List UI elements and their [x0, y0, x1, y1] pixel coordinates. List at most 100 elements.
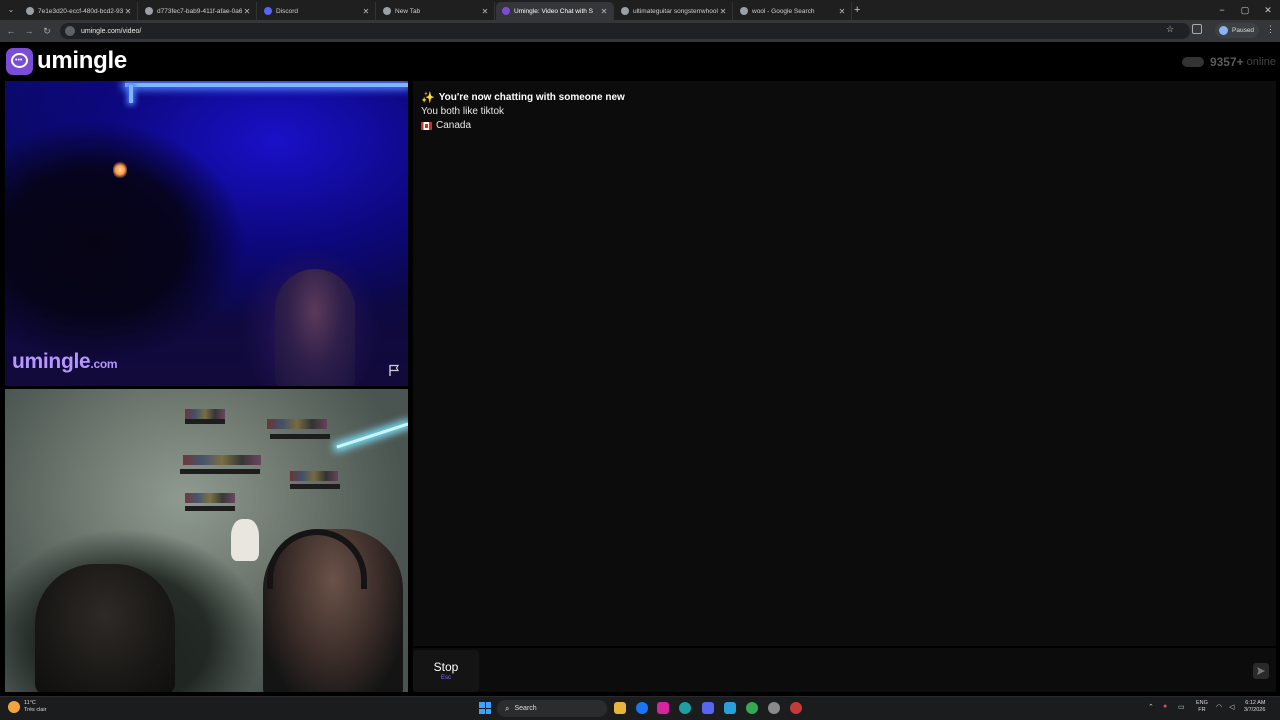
online-label: online	[1246, 56, 1276, 68]
reload-icon[interactable]: ↻	[40, 24, 54, 38]
tab-label: New Tab	[395, 7, 421, 15]
mic-icon[interactable]: ●	[1163, 703, 1167, 710]
minimize-button[interactable]: −	[1212, 2, 1232, 18]
clock-date: 3/7/2026	[1244, 707, 1266, 713]
weather-sun-icon	[8, 701, 20, 713]
message-text: Canada	[436, 120, 472, 131]
tab-close-icon[interactable]: ✕	[361, 7, 371, 16]
volume-icon[interactable]: ◁	[1229, 703, 1234, 711]
app-icon[interactable]	[790, 702, 802, 714]
tab-close-icon[interactable]: ✕	[837, 7, 847, 16]
tab-close-icon[interactable]: ✕	[480, 7, 490, 16]
umingle-favicon	[502, 7, 510, 15]
tab-ultimateguitar[interactable]: ultimateguitar songsterrwhool ✕	[615, 2, 733, 20]
stop-button[interactable]: Stop Esc	[413, 650, 479, 692]
tab-close-icon[interactable]: ✕	[599, 7, 609, 16]
led-strip	[336, 422, 408, 449]
wifi-icon[interactable]: ◠	[1216, 703, 1222, 711]
chat-bubble-icon: •••	[6, 47, 33, 75]
system-message-country: Canada	[421, 119, 625, 133]
discord-favicon	[264, 7, 272, 15]
system-message-interests: You both like tiktok	[421, 105, 625, 119]
send-icon	[1257, 667, 1265, 675]
bookmark-star-icon[interactable]: ☆	[1166, 24, 1174, 35]
google-favicon	[740, 7, 748, 15]
google-favicon	[621, 7, 629, 15]
bunny-figure	[231, 519, 259, 561]
tab-favicon	[26, 7, 34, 15]
profile-status: Paused	[1232, 27, 1255, 34]
windows-start-icon[interactable]	[479, 702, 491, 714]
chrome-icon[interactable]	[746, 702, 758, 714]
file-explorer-icon[interactable]	[614, 702, 626, 714]
lang-top: ENG	[1196, 700, 1208, 706]
site-info-icon[interactable]	[65, 26, 75, 36]
tab-label: 7e1e3d20-eccf-480d-bcd2-933	[38, 7, 123, 15]
online-count: 9357+	[1209, 55, 1244, 69]
tab-umingle[interactable]: Umingle: Video Chat with S ✕	[496, 2, 614, 20]
clock[interactable]: 6:12 AM 3/7/2026	[1244, 700, 1265, 714]
video-watermark: umingle.com	[12, 350, 118, 374]
self-video	[5, 389, 408, 692]
lamp-light	[113, 161, 127, 179]
tab-wool-search[interactable]: wool - Google Search ✕	[734, 2, 852, 20]
message-input[interactable]	[483, 650, 1253, 692]
tab-new-tab[interactable]: New Tab ✕	[377, 2, 495, 20]
logo-text: umingle	[37, 47, 127, 74]
message-text: You both like tiktok	[421, 106, 505, 117]
tray-chevron-icon[interactable]: ⌃	[1148, 703, 1154, 711]
url-text[interactable]: umingle.com/video/	[81, 28, 141, 35]
windows-taskbar: 11°C Très clair ⌕ Search ⌃ ● ▭ ENG FR ◠ …	[0, 696, 1280, 720]
chat-log: ✨ You're now chatting with someone new Y…	[421, 91, 625, 133]
browser-toolbar: ← → ↻ umingle.com/video/ ☆ Paused ⋮	[0, 20, 1280, 42]
new-tab-button[interactable]: +	[854, 3, 860, 17]
tab-close-icon[interactable]: ✕	[123, 7, 133, 16]
site-logo[interactable]: ••• umingle	[6, 47, 127, 75]
tab-label: Umingle: Video Chat with S	[514, 7, 594, 15]
tab-close-icon[interactable]: ✕	[718, 7, 728, 16]
facebook-icon[interactable]	[636, 702, 648, 714]
tab-search-icon[interactable]: ⌄	[4, 3, 18, 17]
settings-icon[interactable]	[768, 702, 780, 714]
keyboard-icon[interactable]: ▭	[1178, 703, 1185, 711]
weather-desc: Très clair	[24, 707, 47, 713]
extensions-icon[interactable]	[1192, 24, 1202, 34]
tab-label: Discord	[276, 7, 299, 15]
maximize-button[interactable]: ▢	[1235, 2, 1255, 18]
profile-button[interactable]: Paused	[1215, 23, 1259, 38]
edge-icon[interactable]	[679, 702, 691, 714]
close-window-button[interactable]: ✕	[1258, 2, 1278, 18]
theme-toggle[interactable]	[1181, 57, 1204, 67]
tab-close-icon[interactable]: ✕	[242, 7, 252, 16]
tab-label: wool - Google Search	[752, 7, 815, 15]
clock-time: 6:12 AM	[1245, 700, 1266, 706]
tab-label: ultimateguitar songsterrwhool	[633, 7, 718, 15]
tab-label: d773fec7-bab9-411f-afae-0a6	[157, 7, 242, 15]
tab-discord[interactable]: Discord ✕	[258, 2, 376, 20]
search-icon: ⌕	[505, 703, 510, 713]
led-strip	[125, 83, 408, 87]
sparkle-icon: ✨	[421, 92, 435, 104]
message-text: You're now chatting with someone new	[438, 92, 625, 103]
tab-1[interactable]: 7e1e3d20-eccf-480d-bcd2-933 ✕	[20, 2, 138, 20]
system-message-connected: ✨ You're now chatting with someone new	[421, 91, 625, 105]
address-bar[interactable]: umingle.com/video/	[60, 23, 1190, 39]
tab-2[interactable]: d773fec7-bab9-411f-afae-0a6 ✕	[139, 2, 257, 20]
instagram-icon[interactable]	[657, 702, 669, 714]
taskbar-search[interactable]: ⌕ Search	[497, 700, 607, 717]
avatar	[1219, 26, 1228, 35]
weather-widget[interactable]: 11°C Très clair	[8, 700, 46, 714]
forward-icon[interactable]: →	[22, 24, 36, 38]
watermark-main: umingle	[12, 350, 91, 373]
flag-icon[interactable]	[387, 363, 401, 377]
send-button[interactable]	[1253, 663, 1269, 679]
umingle-page: ••• umingle 9357+ online umingle.com ✨ Y…	[0, 42, 1280, 708]
language-indicator[interactable]: ENG FR	[1196, 700, 1208, 714]
back-icon[interactable]: ←	[4, 24, 18, 38]
store-icon[interactable]	[724, 702, 736, 714]
lang-bottom: FR	[1198, 707, 1206, 713]
chat-controls: Stop Esc	[413, 648, 1276, 692]
browser-menu-icon[interactable]: ⋮	[1266, 24, 1275, 35]
discord-icon[interactable]	[702, 702, 714, 714]
canada-flag-icon	[421, 122, 432, 130]
